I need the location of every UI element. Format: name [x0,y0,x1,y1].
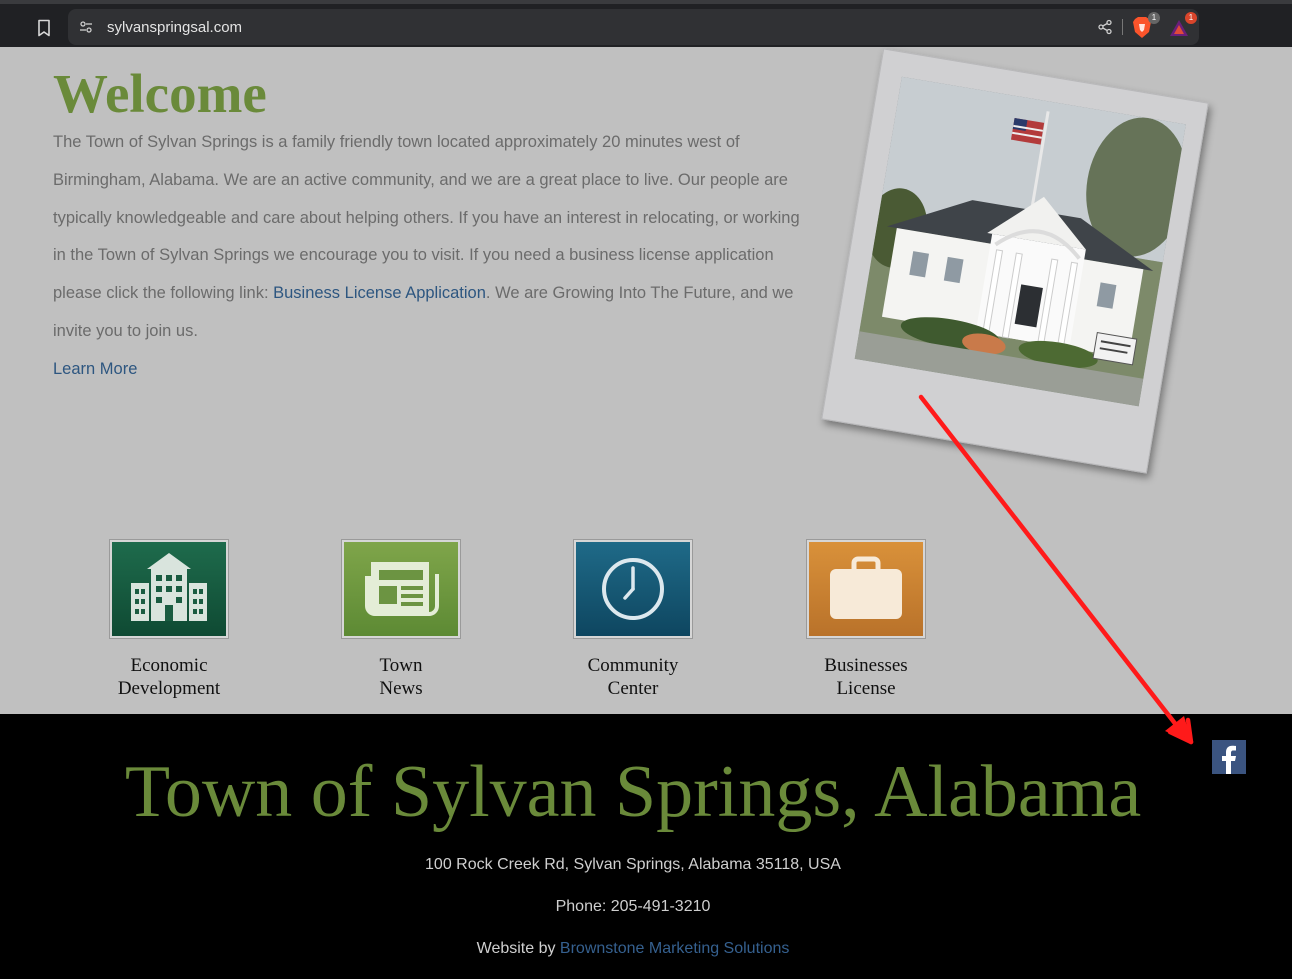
business-license-link[interactable]: Business License Application [273,284,486,302]
shields-badge: 1 [1148,12,1160,24]
welcome-paragraph: The Town of Sylvan Springs is a family f… [53,124,813,351]
economic-development-tile[interactable] [110,540,228,638]
quick-link-label[interactable]: Town News [321,654,481,700]
site-settings-icon[interactable] [74,15,98,39]
label-line: Center [607,678,659,699]
quick-link-community-center[interactable]: Community Center [553,540,713,700]
label-line: News [379,678,423,699]
briefcase-icon [830,556,902,619]
browser-toolbar: sylvanspringsal.com 1 1 [0,0,1292,47]
quick-link-town-news[interactable]: Town News [321,540,481,700]
rewards-badge: 1 [1185,12,1197,24]
toolbar-separator [1122,19,1123,35]
building-icon [131,553,207,621]
quick-link-label[interactable]: Economic Development [89,654,249,700]
quick-link-label[interactable]: Businesses License [786,654,946,700]
label-line: Development [117,678,221,699]
footer-phone: Phone: 205-491-3210 [555,898,711,915]
brave-rewards-icon[interactable]: 1 [1168,12,1197,40]
quick-link-businesses-license[interactable]: Businesses License [786,540,946,700]
footer-title: Town of Sylvan Springs, Alabama [124,751,1142,833]
footer-address: 100 Rock Creek Rd, Sylvan Springs, Alaba… [425,856,841,873]
community-center-photo [854,76,1186,407]
label-line: Economic [130,655,208,676]
bookmark-icon[interactable] [28,12,60,44]
credit-prefix: Website by [476,940,560,957]
footer: Town of Sylvan Springs, Alabama 100 Rock… [0,714,1292,979]
clock-icon [602,558,664,620]
footer-credit: Website by Brownstone Marketing Solution… [0,940,1266,958]
polaroid-photo-frame [821,48,1209,474]
learn-more-link[interactable]: Learn More [53,360,137,379]
welcome-heading: Welcome [53,63,267,124]
label-line: Town [379,655,423,676]
address-bar[interactable]: sylvanspringsal.com 1 1 [68,9,1199,45]
community-center-tile[interactable] [574,540,692,638]
brownstone-link[interactable]: Brownstone Marketing Solutions [560,940,789,957]
label-line: License [836,678,896,699]
businesses-license-tile[interactable] [807,540,925,638]
quick-link-label[interactable]: Community Center [553,654,713,700]
label-line: Businesses [824,655,908,676]
newspaper-icon [365,562,439,616]
share-icon[interactable] [1094,16,1116,38]
town-news-tile[interactable] [342,540,460,638]
url-text[interactable]: sylvanspringsal.com [107,19,242,36]
brave-shields-icon[interactable]: 1 [1131,12,1160,40]
welcome-text-part-1: The Town of Sylvan Springs is a family f… [53,133,800,303]
label-line: Community [587,655,679,676]
quick-link-economic-development[interactable]: Economic Development [89,540,249,700]
